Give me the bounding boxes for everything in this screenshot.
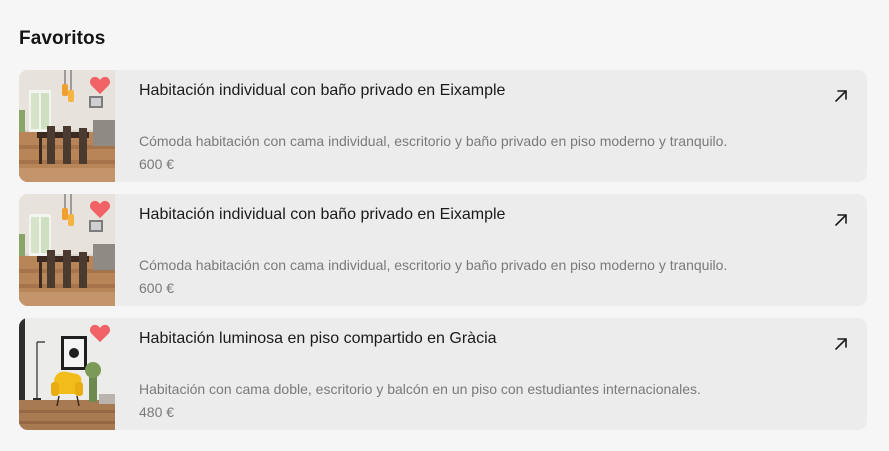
favorite-card[interactable]: Habitación luminosa en piso compartido e…: [19, 318, 867, 430]
listing-price: 600 €: [139, 280, 175, 296]
favorite-card[interactable]: Habitación individual con baño privado e…: [19, 194, 867, 306]
heart-icon[interactable]: [89, 75, 111, 95]
listing-thumbnail[interactable]: [19, 194, 115, 306]
listing-description: Cómoda habitación con cama individual, e…: [139, 257, 728, 273]
listing-description: Cómoda habitación con cama individual, e…: [139, 133, 728, 149]
favorites-page: Favoritos Habitación individual con baño…: [0, 0, 889, 451]
section-title: Favoritos: [19, 28, 106, 49]
listing-title[interactable]: Habitación luminosa en piso compartido e…: [139, 330, 497, 348]
listing-price: 600 €: [139, 156, 175, 172]
listing-description: Habitación con cama doble, escritorio y …: [139, 381, 701, 397]
listing-price: 480 €: [139, 404, 175, 420]
open-external-icon[interactable]: [833, 336, 849, 352]
card-content: Habitación individual con baño privado e…: [115, 70, 867, 182]
card-content: Habitación luminosa en piso compartido e…: [115, 318, 867, 430]
favorite-card[interactable]: Habitación individual con baño privado e…: [19, 70, 867, 182]
heart-icon[interactable]: [89, 323, 111, 343]
open-external-icon[interactable]: [833, 88, 849, 104]
listing-thumbnail[interactable]: [19, 318, 115, 430]
listing-thumbnail[interactable]: [19, 70, 115, 182]
heart-icon[interactable]: [89, 199, 111, 219]
favorites-list: Habitación individual con baño privado e…: [19, 70, 867, 442]
listing-title[interactable]: Habitación individual con baño privado e…: [139, 82, 505, 100]
listing-title[interactable]: Habitación individual con baño privado e…: [139, 206, 505, 224]
card-content: Habitación individual con baño privado e…: [115, 194, 867, 306]
open-external-icon[interactable]: [833, 212, 849, 228]
